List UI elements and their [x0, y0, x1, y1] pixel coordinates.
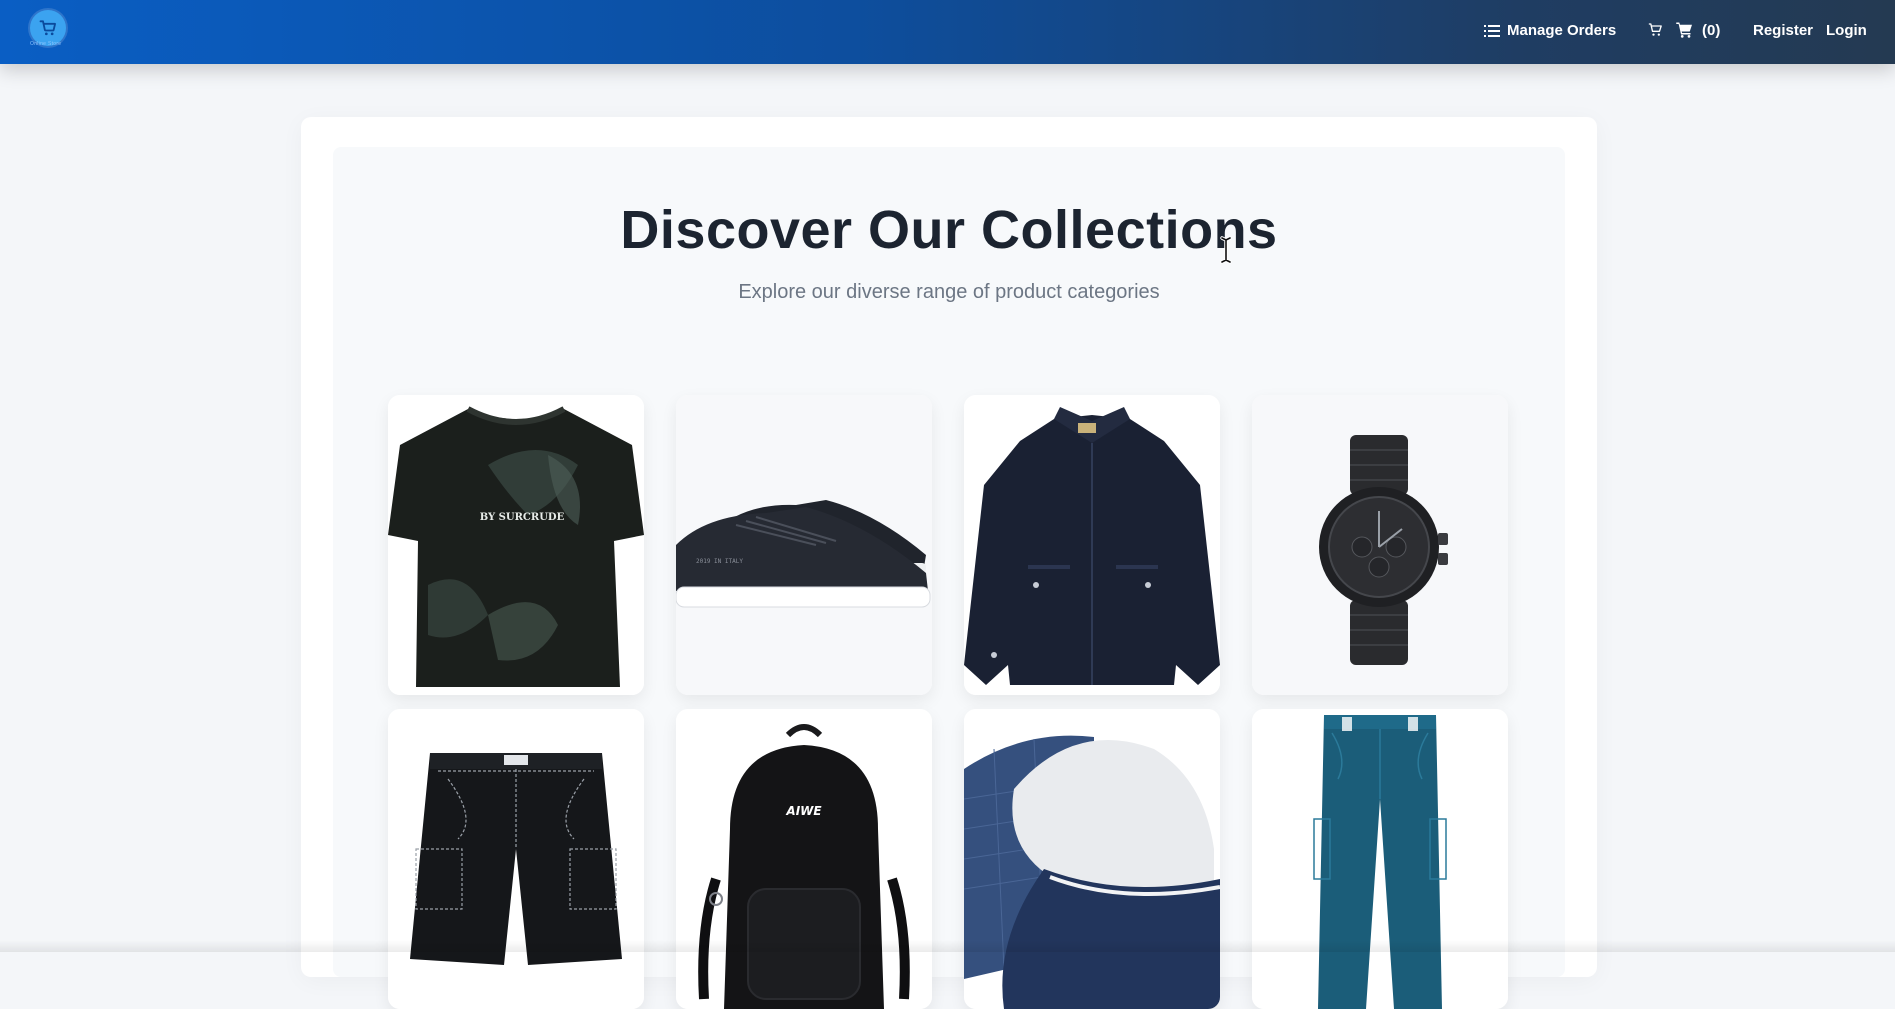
manage-orders-link[interactable]: Manage Orders [1484, 22, 1616, 39]
trucker-cap-image [964, 709, 1220, 1009]
collections-panel: Discover Our Collections Explore our div… [333, 147, 1565, 1009]
category-card-shorts[interactable] [388, 709, 644, 1009]
pants-image [1252, 709, 1508, 1009]
category-card-sneakers[interactable]: 2019 IN ITALY [676, 395, 932, 695]
backpack-print-text: AIWE [785, 804, 822, 818]
cargo-shorts-image [388, 709, 644, 1009]
backpack-image: AIWE [676, 709, 932, 1009]
cart-outline-icon[interactable] [1647, 22, 1664, 38]
sneakers-image: 2019 IN ITALY [676, 395, 932, 695]
cart-solid-icon [1675, 21, 1702, 39]
t-shirt-print-text: BY SURCRUDE [480, 512, 565, 523]
list-icon [1484, 24, 1507, 38]
page-subtitle: Explore our diverse range of product cat… [738, 281, 1160, 303]
category-card-t-shirt[interactable]: BY SURCRUDE [388, 395, 644, 695]
page-title: Discover Our Collections [620, 200, 1278, 260]
bottom-edge-shadow [0, 940, 1895, 952]
category-card-jacket[interactable] [964, 395, 1220, 695]
manage-orders-label: Manage Orders [1507, 22, 1617, 39]
jacket-image [964, 395, 1220, 695]
t-shirt-image: BY SURCRUDE [388, 395, 644, 695]
category-card-cap[interactable] [964, 709, 1220, 1009]
watch-image [1252, 395, 1508, 695]
top-navbar: Online Store Manage Orders (0) Register … [0, 0, 1895, 64]
category-card-pants[interactable] [1252, 709, 1508, 1009]
category-card-watch[interactable] [1252, 395, 1508, 695]
login-link[interactable]: Login [1826, 22, 1867, 39]
register-link[interactable]: Register [1753, 22, 1813, 39]
category-card-backpack[interactable]: AIWE [676, 709, 932, 1009]
cart-link[interactable]: (0) [1675, 21, 1720, 39]
cart-count: (0) [1702, 21, 1721, 39]
svg-text:2019 IN ITALY: 2019 IN ITALY [696, 558, 743, 565]
logo-text: Online Store [30, 41, 62, 47]
collections-section: Discover Our Collections Explore our div… [301, 117, 1597, 1009]
